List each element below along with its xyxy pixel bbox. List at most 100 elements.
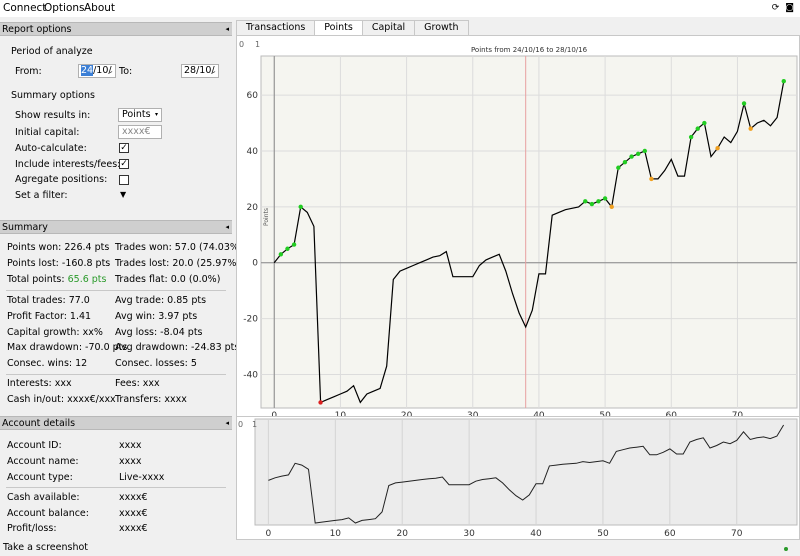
account-type-value: Live-xxxx: [119, 472, 165, 483]
auto-calc-label: Auto-calculate:: [15, 143, 87, 154]
consec-wins: Consec. wins: 12: [7, 358, 88, 369]
trades-lost: Trades lost: 20.0 (25.97%): [115, 258, 241, 269]
menu-about[interactable]: About: [84, 2, 115, 14]
chart-corner-label-1: 1: [255, 40, 260, 49]
y-tick-label: -20: [243, 315, 258, 325]
x-tick-label: 10: [330, 529, 342, 539]
chevron-down-icon: ⌄: [210, 66, 217, 75]
show-results-value: Points: [122, 109, 151, 120]
checkmark-icon: ✓: [120, 159, 128, 169]
marker-green: [278, 252, 284, 257]
overview-chart[interactable]: 0 10 20 30 40 50 60 70 0 1: [236, 416, 800, 540]
marker-green: [596, 199, 601, 204]
y-tick-label: 60: [247, 91, 259, 101]
capital-growth: Capital growth: xx%: [7, 327, 103, 338]
marker-orange: [609, 204, 614, 210]
transfers: Transfers: xxxx: [115, 394, 187, 405]
filter-icon[interactable]: ▼: [120, 190, 126, 199]
total-points: Total points: 65.6 pts: [7, 274, 107, 285]
trades-flat: Trades flat: 0.0 (0.0%): [115, 274, 221, 285]
from-label: From:: [15, 66, 42, 77]
account-details-title: Account details: [2, 418, 76, 429]
interests: Interests: xxx: [7, 378, 72, 389]
y-tick-label: -40: [243, 370, 258, 380]
y-tick-label: 20: [247, 203, 259, 213]
pin-icon[interactable]: ◂: [225, 419, 229, 427]
marker-green: [635, 151, 641, 156]
summary-options-label: Summary options: [11, 90, 95, 101]
account-details-header[interactable]: Account details ◂: [0, 416, 232, 430]
marker-green: [616, 165, 621, 170]
max-drawdown: Max drawdown: -70.0 pts: [7, 342, 128, 353]
summary-header[interactable]: Summary ◂: [0, 220, 232, 234]
menu-connect[interactable]: Connect: [3, 2, 46, 14]
initial-capital-label: Initial capital:: [15, 127, 80, 138]
include-fees-checkbox[interactable]: ✓: [119, 159, 129, 169]
tab-transactions[interactable]: Transactions: [236, 20, 316, 35]
overview-corner-label-1: 1: [252, 420, 257, 429]
refresh-icon[interactable]: ⟳: [772, 3, 780, 13]
avg-loss: Avg loss: -8.04 pts: [115, 327, 203, 338]
connection-status-icon: [784, 547, 788, 551]
report-options-header[interactable]: Report options ◂: [0, 22, 232, 36]
marker-green: [622, 159, 628, 165]
camera-icon[interactable]: ◙: [785, 3, 794, 13]
summary-title: Summary: [2, 222, 48, 233]
tab-points[interactable]: Points: [314, 20, 363, 35]
account-id-value: xxxx: [119, 440, 142, 451]
checkmark-icon: ✓: [120, 143, 128, 153]
marker-green: [781, 78, 786, 84]
y-axis-label: Points: [263, 208, 270, 226]
divider: [6, 487, 226, 488]
consec-losses: Consec. losses: 5: [115, 358, 197, 369]
points-lost: Points lost: -160.8 pts: [7, 258, 111, 269]
right-panel: Transactions Points Capital Growth 0 10 20…: [236, 20, 800, 540]
points-chart-svg: 0 10 20 30 40 50 60 70-40-200204060Points from …: [239, 40, 798, 427]
marker-orange: [748, 126, 753, 131]
total-points-value: 65.6 pts: [67, 274, 107, 285]
marker-green: [602, 196, 608, 201]
show-results-label: Show results in:: [15, 110, 91, 121]
left-panel: Report options ◂ Period of analyze From:…: [0, 22, 243, 540]
pin-icon[interactable]: ◂: [225, 25, 229, 33]
trades-won: Trades won: 57.0 (74.03%): [115, 242, 243, 253]
marker-green: [688, 134, 694, 140]
x-tick-label: 20: [396, 529, 408, 539]
menu-options[interactable]: Options: [44, 2, 85, 14]
status-text[interactable]: Take a screenshot: [3, 542, 88, 553]
dropdown-arrow-icon: ▾: [154, 111, 158, 118]
avg-win: Avg win: 3.97 pts: [115, 311, 198, 322]
chart-title: Points from 24/10/16 to 28/10/16: [471, 46, 588, 54]
initial-capital-placeholder: xxxx€: [122, 126, 151, 137]
x-tick-label: 40: [530, 529, 542, 539]
auto-calc-checkbox[interactable]: ✓: [119, 143, 129, 153]
from-date-field[interactable]: 24/10/⌄: [78, 64, 116, 78]
chart-corner-label-0: 0: [239, 40, 244, 49]
initial-capital-input[interactable]: xxxx€: [118, 125, 162, 139]
account-id-label: Account ID:: [7, 440, 62, 451]
status-bar: Take a screenshot: [0, 540, 800, 556]
points-chart[interactable]: 0 10 20 30 40 50 60 70 -40 -20 0 20 40 60 Points from …: [236, 35, 800, 433]
pin-icon[interactable]: ◂: [225, 223, 229, 231]
marker-green: [741, 101, 747, 106]
points-won: Points won: 226.4 pts: [7, 242, 110, 253]
profit-factor: Profit Factor: 1.41: [7, 311, 92, 322]
divider: [6, 374, 226, 375]
tab-growth[interactable]: Growth: [414, 20, 469, 35]
cash-available-value: xxxx€: [119, 492, 148, 503]
marker-green: [642, 148, 648, 154]
account-balance-value: xxxx€: [119, 508, 148, 519]
menu-bar: Connect Options About ⟳ ◙: [0, 0, 800, 17]
overview-corner-label-0: 0: [238, 420, 243, 429]
marker-green: [629, 154, 634, 159]
tab-capital[interactable]: Capital: [361, 20, 416, 35]
cash-inout: Cash in/out: xxxx€/xxx: [7, 394, 116, 405]
cash-available-label: Cash available:: [7, 492, 80, 503]
y-tick-label: 40: [247, 147, 259, 157]
period-label: Period of analyze: [11, 46, 93, 57]
to-date-field[interactable]: 28/10/⌄: [181, 64, 219, 78]
show-results-select[interactable]: Points ▾: [118, 108, 162, 122]
x-tick-label: 0: [266, 529, 272, 539]
overview-area: [254, 418, 798, 526]
aggregate-checkbox[interactable]: [119, 175, 129, 185]
